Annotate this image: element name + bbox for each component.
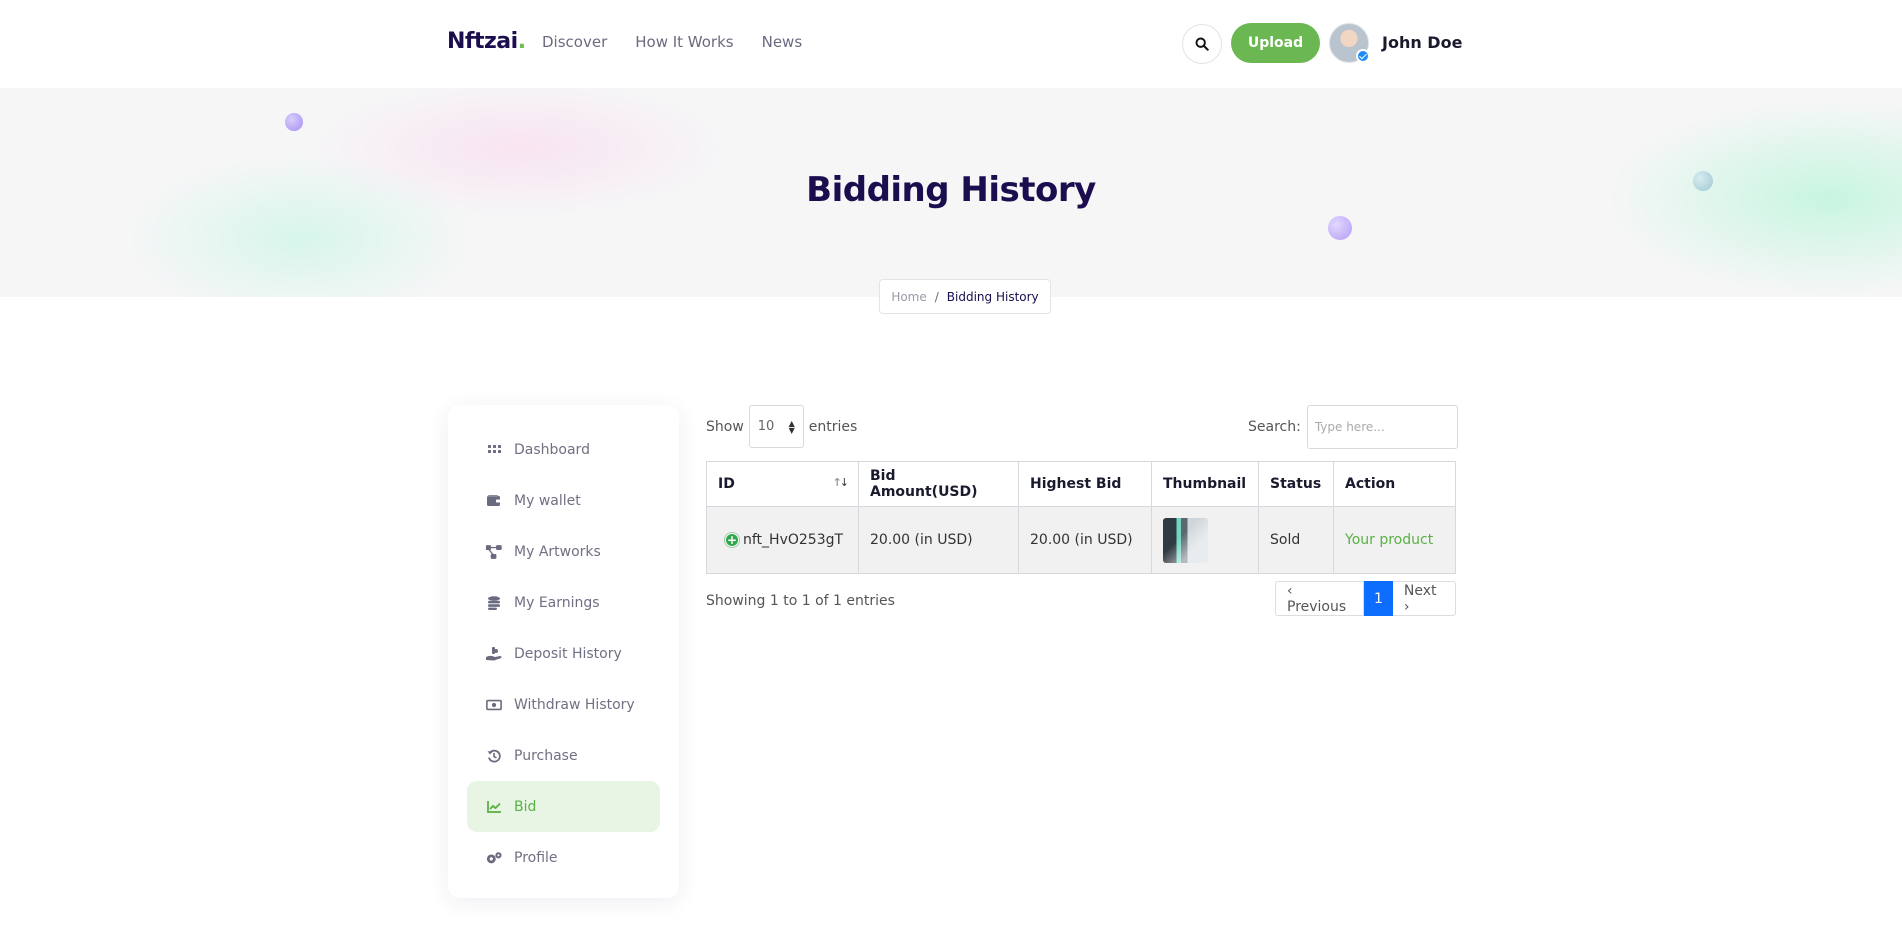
wallet-icon xyxy=(486,493,502,509)
hand-coin-icon xyxy=(486,646,502,662)
nft-id: nft_HvO253gT xyxy=(743,532,844,548)
nav-link-how-it-works[interactable]: How It Works xyxy=(635,33,733,51)
id-cell-content: + nft_HvO253gT xyxy=(718,532,847,548)
column-header-id[interactable]: ID ↑↓ xyxy=(706,461,859,507)
breadcrumb-current: Bidding History xyxy=(946,289,1039,304)
breadcrumb: Home / Bidding History xyxy=(879,279,1051,314)
verified-badge-icon xyxy=(1356,49,1370,63)
column-header-label: ID xyxy=(718,476,735,492)
sidebar-item-label: My Artworks xyxy=(514,543,601,560)
show-label: Show xyxy=(706,418,744,435)
table-search-input[interactable] xyxy=(1306,405,1458,449)
account-sidebar: Dashboard My wallet My Artworks My Earni… xyxy=(448,405,679,898)
sidebar-item-deposit-history[interactable]: Deposit History xyxy=(467,628,660,679)
search-icon xyxy=(1195,37,1209,51)
nodes-icon xyxy=(486,544,502,560)
sidebar-item-label: Withdraw History xyxy=(514,696,635,713)
column-header-bid-amount[interactable]: Bid Amount(USD) xyxy=(858,461,1019,507)
nav-link-discover[interactable]: Discover xyxy=(542,33,607,51)
breadcrumb-separator: / xyxy=(934,289,939,304)
page-hero: Bidding History xyxy=(0,88,1902,297)
entries-length-control: Show 10 ▲ ▼ entries xyxy=(706,405,857,448)
column-header-action[interactable]: Action xyxy=(1333,461,1456,507)
sidebar-item-profile[interactable]: Profile xyxy=(467,832,660,883)
table-info: Showing 1 to 1 of 1 entries xyxy=(706,593,895,609)
grid-icon xyxy=(486,442,502,458)
sidebar-item-label: My Earnings xyxy=(514,594,600,611)
sidebar-item-purchase[interactable]: Purchase xyxy=(467,730,660,781)
search-label: Search: xyxy=(1248,419,1301,435)
expand-row-icon[interactable]: + xyxy=(725,533,739,547)
cell-bid-amount: 20.00 (in USD) xyxy=(858,506,1019,574)
pagination: ‹ Previous 1 Next › xyxy=(1275,581,1456,616)
cell-thumbnail xyxy=(1151,506,1259,574)
upload-button[interactable]: Upload xyxy=(1231,23,1320,63)
pagination-previous-button[interactable]: ‹ Previous xyxy=(1275,581,1364,616)
search-button[interactable] xyxy=(1182,24,1222,64)
sidebar-item-withdraw-history[interactable]: Withdraw History xyxy=(467,679,660,730)
cell-status: Sold xyxy=(1258,506,1334,574)
nav-link-news[interactable]: News xyxy=(762,33,803,51)
sidebar-item-my-wallet[interactable]: My wallet xyxy=(467,475,660,526)
sidebar-item-label: Purchase xyxy=(514,747,578,764)
logo-dot: . xyxy=(517,29,526,54)
sort-icon: ↑↓ xyxy=(832,476,850,489)
column-header-highest-bid[interactable]: Highest Bid xyxy=(1018,461,1152,507)
nft-thumbnail-image[interactable] xyxy=(1163,517,1208,563)
decorative-bubble xyxy=(1328,216,1352,240)
table-search-control: Search: xyxy=(1248,405,1458,449)
sidebar-item-label: Profile xyxy=(514,849,558,866)
table-row: + nft_HvO253gT 20.00 (in USD) 20.00 (in … xyxy=(706,506,1456,574)
avatar[interactable] xyxy=(1329,23,1370,63)
sidebar-item-label: Deposit History xyxy=(514,645,622,662)
sidebar-item-bid[interactable]: Bid xyxy=(467,781,660,832)
site-header: Nftzai. Discover How It Works News Uploa… xyxy=(0,0,1902,88)
money-icon xyxy=(486,697,502,713)
page-title: Bidding History xyxy=(806,170,1096,210)
pagination-next-button[interactable]: Next › xyxy=(1392,581,1456,616)
cell-highest-bid: 20.00 (in USD) xyxy=(1018,506,1152,574)
history-icon xyxy=(486,748,502,764)
coins-icon xyxy=(486,595,502,611)
select-arrows-icon: ▲ ▼ xyxy=(788,418,795,435)
logo-text: Nftzai xyxy=(447,29,518,54)
table-header-row: ID ↑↓ Bid Amount(USD) Highest Bid Thumbn… xyxy=(706,461,1456,507)
entries-label: entries xyxy=(808,418,858,435)
site-logo[interactable]: Nftzai. xyxy=(447,29,526,54)
main-nav: Discover How It Works News xyxy=(542,33,802,51)
sidebar-item-label: Bid xyxy=(514,798,537,815)
sidebar-item-dashboard[interactable]: Dashboard xyxy=(467,424,660,475)
cell-id: + nft_HvO253gT xyxy=(706,506,859,574)
column-header-status[interactable]: Status xyxy=(1258,461,1334,507)
decorative-bubble xyxy=(285,113,303,131)
cell-action: Your product xyxy=(1333,506,1456,574)
entries-select-value: 10 xyxy=(757,419,775,434)
sidebar-item-my-artworks[interactable]: My Artworks xyxy=(467,526,660,577)
column-header-thumbnail[interactable]: Thumbnail xyxy=(1151,461,1259,507)
bids-table: ID ↑↓ Bid Amount(USD) Highest Bid Thumbn… xyxy=(706,461,1456,574)
chart-line-icon xyxy=(486,799,502,815)
pagination-page-1[interactable]: 1 xyxy=(1364,581,1393,616)
entries-select[interactable]: 10 ▲ ▼ xyxy=(748,405,804,448)
action-your-product-link[interactable]: Your product xyxy=(1345,532,1433,548)
sidebar-item-my-earnings[interactable]: My Earnings xyxy=(467,577,660,628)
user-name[interactable]: John Doe xyxy=(1382,33,1462,52)
sidebar-item-label: My wallet xyxy=(514,492,581,509)
sidebar-item-label: Dashboard xyxy=(514,441,590,458)
breadcrumb-home-link[interactable]: Home xyxy=(891,290,926,304)
gears-icon xyxy=(486,850,502,866)
